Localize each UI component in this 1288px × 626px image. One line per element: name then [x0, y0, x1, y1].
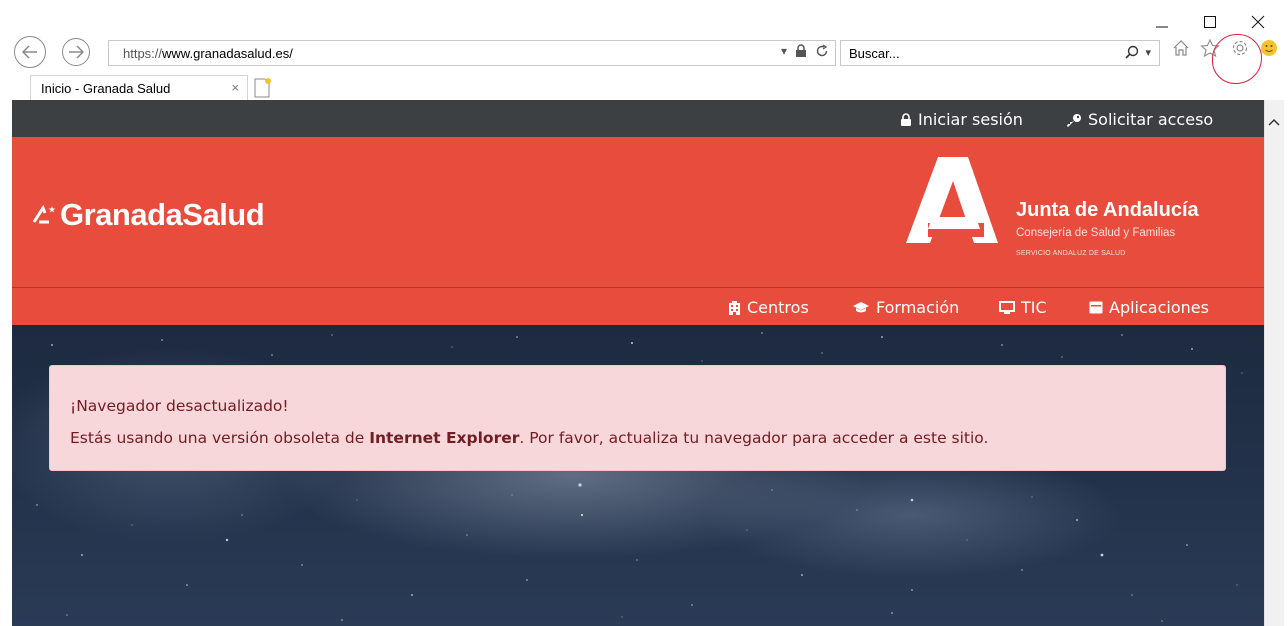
url-host: www.granadasalud.es/ [162, 45, 293, 61]
lock-icon [901, 112, 911, 126]
search-dropdown-icon[interactable]: ▾ [1145, 46, 1151, 59]
home-icon[interactable] [1172, 39, 1190, 57]
junta-andalucia-logo [906, 157, 998, 243]
tab-close-icon[interactable]: × [231, 80, 239, 95]
nav-item-label: Formación [876, 298, 960, 317]
request-access-link[interactable]: Solicitar acceso [1066, 110, 1213, 129]
alert-text-before: Estás usando una versión obsoleta de [70, 429, 370, 447]
close-icon [1251, 15, 1265, 29]
search-placeholder: Buscar... [849, 45, 900, 61]
minimize-icon [1156, 26, 1168, 28]
browser-chrome: https://www.granadasalud.es/ ▾ Buscar...… [0, 0, 1288, 100]
key-icon [1067, 113, 1081, 127]
window-icon [1089, 301, 1103, 314]
request-access-label: Solicitar acceso [1088, 110, 1214, 129]
scroll-up-icon[interactable] [1264, 112, 1284, 132]
brand-mark-icon [32, 204, 56, 224]
search-tools: ▾ [1125, 45, 1151, 59]
forward-button[interactable] [62, 38, 90, 66]
alert-title: ¡Navegador desactualizado! [70, 397, 289, 415]
outdated-browser-alert: ¡Navegador desactualizado! Estás usando … [49, 365, 1226, 471]
search-box[interactable]: Buscar... ▾ [840, 40, 1160, 66]
tab-bar: Inicio - Granada Salud × [0, 75, 1288, 100]
lock-icon[interactable] [795, 44, 807, 58]
monitor-icon [999, 300, 1015, 314]
granadasalud-logo[interactable]: GranadaSalud [32, 197, 265, 233]
url-protocol: https:// [123, 45, 163, 61]
graduation-cap-icon [853, 301, 869, 312]
arrow-right-icon [69, 45, 84, 59]
smiley-feedback-icon[interactable] [1260, 39, 1278, 57]
refresh-icon[interactable] [815, 44, 829, 58]
close-window-button[interactable] [1248, 12, 1268, 32]
nav-item-label: TIC [1021, 298, 1047, 317]
nav-item-label: Centros [747, 298, 809, 317]
alert-browser-name: Internet Explorer [369, 429, 520, 447]
hero-starfield: ¡Navegador desactualizado! Estás usando … [12, 325, 1264, 626]
address-tools: ▾ [781, 44, 829, 58]
address-bar[interactable]: https://www.granadasalud.es/ ▾ [108, 40, 836, 66]
nav-item-tic[interactable]: TIC [999, 298, 1047, 317]
alert-text-after: . Por favor, actualiza tu navegador para… [519, 429, 989, 447]
tab-inicio[interactable]: Inicio - Granada Salud × [30, 75, 248, 100]
search-icon[interactable] [1125, 45, 1139, 59]
junta-andalucia-text: Junta de Andalucía Consejería de Salud y… [1016, 199, 1199, 257]
org-service: SERVICIO ANDALUZ DE SALUD [1016, 250, 1126, 257]
minimize-button[interactable] [1152, 12, 1172, 32]
nav-item-label: Aplicaciones [1109, 298, 1209, 317]
main-nav: Centros Formación TIC Aplicaciones [12, 287, 1264, 325]
vertical-scrollbar[interactable] [1264, 100, 1284, 626]
nav-item-formacion[interactable]: Formación [852, 298, 959, 317]
maximize-icon [1204, 16, 1216, 28]
maximize-button[interactable] [1200, 12, 1220, 32]
window-controls [1152, 12, 1268, 32]
arrow-left-icon [21, 45, 37, 59]
top-bar: Iniciar sesión Solicitar acceso [12, 100, 1264, 137]
new-tab-icon[interactable] [252, 78, 272, 98]
nav-item-aplicaciones[interactable]: Aplicaciones [1089, 298, 1209, 317]
nav-item-centros[interactable]: Centros [728, 298, 809, 317]
org-subtitle: Consejería de Salud y Familias [1016, 227, 1176, 239]
dropdown-arrow-icon[interactable]: ▾ [781, 44, 787, 58]
brand-name: GranadaSalud [60, 197, 265, 232]
site-header: GranadaSalud Junta de Andalucía Consejer… [12, 137, 1264, 287]
back-button[interactable] [14, 36, 46, 68]
building-icon [729, 300, 740, 315]
login-label: Iniciar sesión [918, 110, 1023, 129]
web-page: Iniciar sesión Solicitar acceso GranadaS… [12, 100, 1264, 626]
tab-title: Inicio - Granada Salud [41, 80, 171, 96]
org-title: Junta de Andalucía [1016, 199, 1199, 221]
alert-message: Estás usando una versión obsoleta de Int… [70, 429, 988, 447]
login-link[interactable]: Iniciar sesión [900, 110, 1023, 129]
